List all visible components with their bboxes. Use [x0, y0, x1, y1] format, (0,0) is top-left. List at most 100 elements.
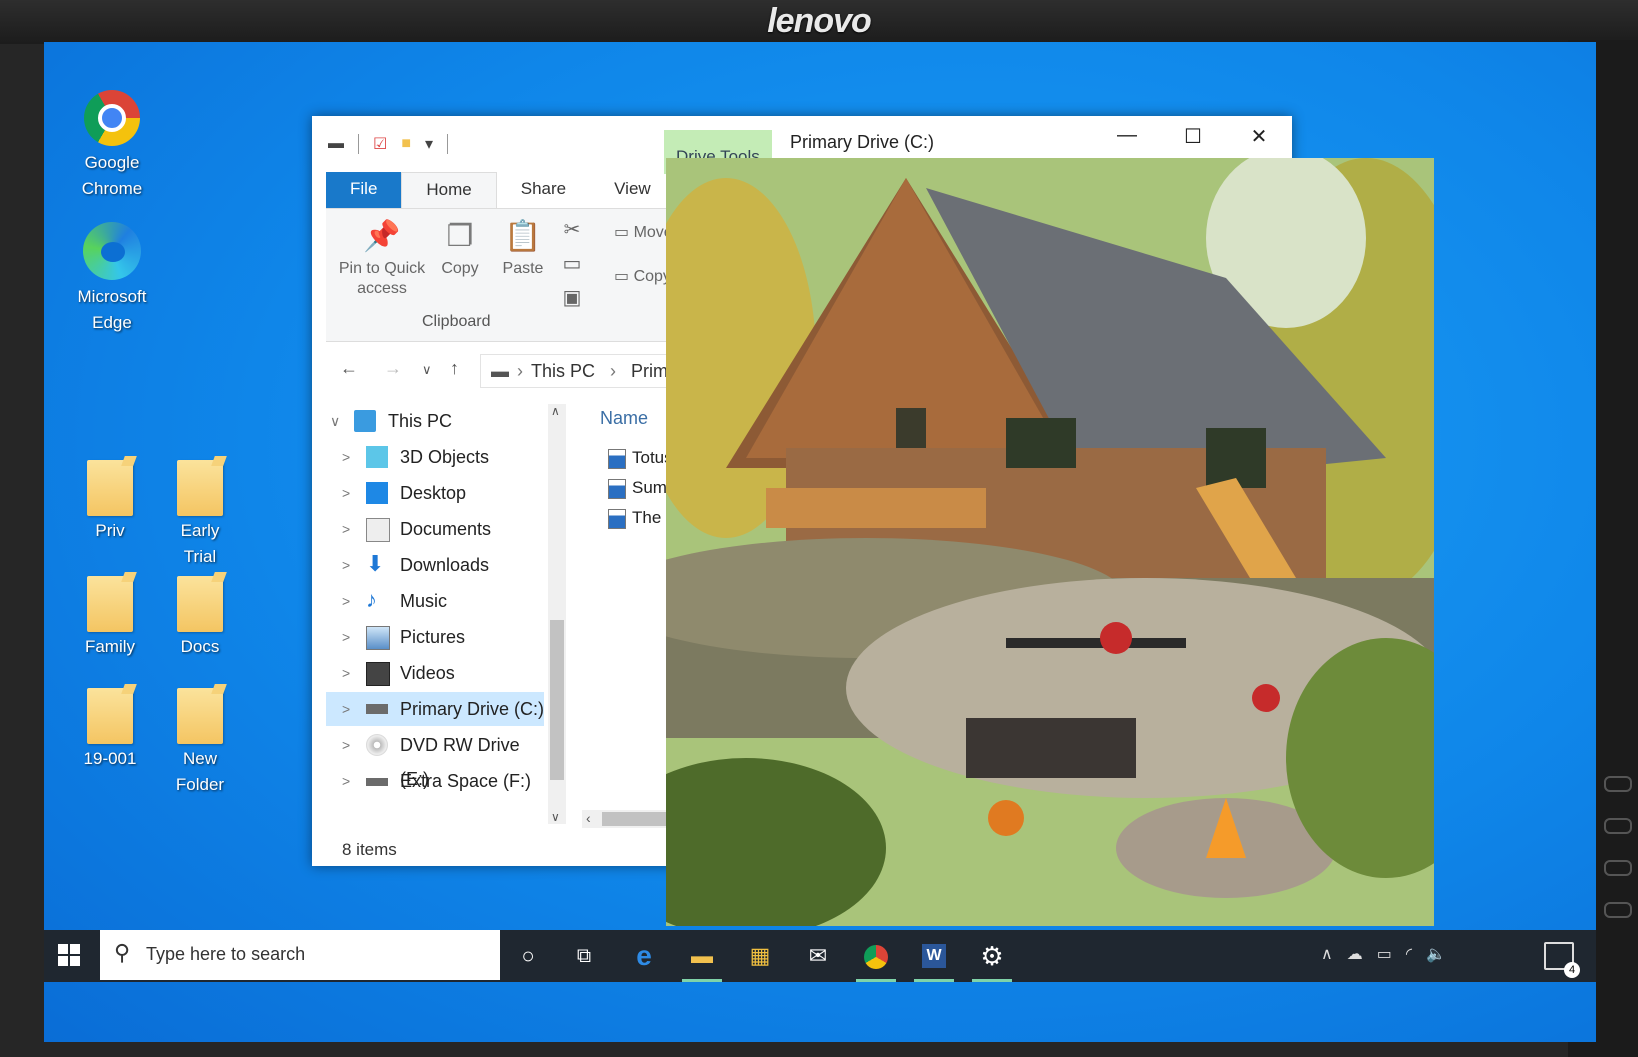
clipboard-small-actions: ✂ ▭ ▣	[558, 213, 586, 315]
close-button[interactable]: ✕	[1226, 124, 1292, 149]
pin-to-quick-access-button[interactable]: 📌 Pin to Quick access	[330, 215, 434, 299]
tree-item-3d-objects[interactable]: > 3D Objects	[326, 440, 544, 474]
desktop-icon-family[interactable]: Family	[62, 576, 158, 660]
navigation-pane-scrollbar[interactable]: ∧ ∨	[548, 404, 566, 824]
tree-item-desktop[interactable]: > Desktop	[326, 476, 544, 510]
chevron-right-icon: ›	[610, 361, 617, 381]
chevron-right-icon[interactable]: >	[342, 656, 350, 690]
chevron-right-icon[interactable]: >	[342, 476, 350, 510]
windows-logo-pane	[58, 956, 68, 966]
chevron-right-icon[interactable]: >	[342, 692, 350, 726]
tree-item-primary-drive[interactable]: > Primary Drive (C:)	[326, 692, 544, 726]
document-icon	[366, 518, 390, 542]
image-file-icon	[608, 478, 626, 499]
tree-item-downloads[interactable]: > ⬇ Downloads	[326, 548, 544, 582]
tree-item-music[interactable]: > ♪ Music	[326, 584, 544, 618]
scroll-down-icon[interactable]: ∨	[551, 810, 560, 824]
new-folder-icon[interactable]: ■	[401, 135, 411, 153]
copy-button[interactable]: ❐ Copy	[434, 215, 486, 279]
tree-item-pictures[interactable]: > Pictures	[326, 620, 544, 654]
desktop-icon-docs[interactable]: Docs	[152, 576, 248, 660]
window-controls: — ☐ ✕	[1094, 124, 1292, 149]
desktop-icon-microsoft-edge[interactable]: Microsoft Edge	[64, 222, 160, 336]
scroll-left-icon[interactable]: ‹	[586, 810, 591, 826]
tree-item-dvd-rw-drive[interactable]: > DVD RW Drive (E:)	[326, 728, 544, 789]
volume-icon[interactable]: 🔈	[1426, 944, 1446, 964]
monitor-brand-logo: lenovo	[767, 2, 872, 40]
tab-share[interactable]: Share	[497, 172, 590, 208]
wifi-icon[interactable]: ◜	[1406, 944, 1412, 964]
scroll-up-icon[interactable]: ∧	[551, 404, 560, 418]
chevron-right-icon[interactable]: >	[342, 764, 350, 798]
drive-icon	[366, 704, 388, 714]
desktop-icon-early-trial[interactable]: Early Trial	[152, 460, 248, 570]
chevron-right-icon[interactable]: >	[342, 512, 350, 546]
store-icon[interactable]: ▦	[740, 936, 780, 976]
separator	[358, 134, 359, 154]
chevron-right-icon[interactable]: >	[342, 548, 350, 582]
search-placeholder: Type here to search	[146, 944, 306, 964]
customize-toolbar-dropdown-icon[interactable]: ▾	[425, 134, 433, 154]
paste-shortcut-icon[interactable]: ▣	[558, 281, 586, 315]
paste-button[interactable]: 📋 Paste	[494, 215, 552, 279]
battery-icon[interactable]: ▭	[1377, 944, 1392, 964]
drive-icon[interactable]: ▬	[328, 135, 344, 153]
move-to-button[interactable]: ▭ Move	[614, 223, 673, 243]
edge-icon	[83, 222, 141, 280]
maximize-button[interactable]: ☐	[1160, 124, 1226, 149]
drive-icon: ▬	[491, 361, 509, 381]
cabin-photo[interactable]	[666, 158, 1434, 926]
task-view-icon[interactable]: ⧉	[564, 936, 604, 976]
chevron-down-icon[interactable]: ∨	[330, 404, 340, 438]
navigation-pane: ∨ This PC > 3D Objects > Desktop > Docum…	[326, 404, 546, 824]
chevron-right-icon[interactable]: >	[342, 620, 350, 654]
desktop-icon-google-chrome[interactable]: Google Chrome	[64, 90, 160, 202]
onedrive-cloud-icon[interactable]: ☁	[1347, 944, 1363, 964]
up-arrow-icon[interactable]: ↑	[450, 358, 459, 379]
tab-file[interactable]: File	[326, 172, 402, 208]
chevron-right-icon[interactable]: >	[342, 584, 350, 618]
cortana-circle-icon[interactable]: ○	[508, 936, 548, 976]
start-button[interactable]	[58, 944, 82, 968]
copy-path-icon[interactable]: ▭	[558, 247, 586, 281]
monitor-button	[1604, 776, 1632, 792]
word-icon[interactable]: W	[914, 936, 954, 982]
mail-icon[interactable]: ✉	[798, 936, 838, 976]
chevron-right-icon[interactable]: >	[342, 728, 350, 762]
show-hidden-icons-chevron-icon[interactable]: ∧	[1321, 944, 1333, 964]
chevron-right-icon[interactable]: >	[342, 440, 350, 474]
ribbon-tabs: File Home Share View	[326, 172, 675, 208]
desktop-icon-priv[interactable]: Priv	[62, 460, 158, 544]
copy-to-button[interactable]: ▭ Copy	[614, 267, 671, 287]
folder-icon	[87, 688, 133, 744]
chrome-icon	[84, 90, 140, 146]
chrome-icon[interactable]	[856, 936, 896, 982]
tree-item-this-pc[interactable]: ∨ This PC	[326, 404, 544, 438]
recent-locations-dropdown-icon[interactable]: ∨	[422, 362, 432, 378]
tree-item-extra-space[interactable]: > Extra Space (F:)	[326, 764, 544, 798]
breadcrumb-this-pc[interactable]: This PC	[531, 361, 595, 381]
column-header-name[interactable]: Name	[600, 408, 648, 429]
cabin-photo-illustration	[666, 158, 1434, 926]
separator	[447, 134, 449, 154]
tab-view[interactable]: View	[590, 172, 675, 208]
back-arrow-icon[interactable]: ←	[340, 358, 358, 379]
action-center-icon[interactable]: 4	[1544, 942, 1580, 978]
taskbar-search-box[interactable]: ⚲ Type here to search	[100, 930, 500, 980]
desktop-icon-19-001[interactable]: 19-001	[62, 688, 158, 772]
file-explorer-icon[interactable]: ▬	[682, 936, 722, 982]
tree-item-documents[interactable]: > Documents	[326, 512, 544, 546]
edge-icon[interactable]: e	[624, 936, 664, 976]
desktop[interactable]: Google Chrome Microsoft Edge Priv Early …	[44, 42, 1596, 1042]
scrollbar-thumb[interactable]	[550, 620, 564, 780]
dvd-icon	[366, 734, 388, 756]
minimize-button[interactable]: —	[1094, 124, 1160, 149]
tree-item-videos[interactable]: > Videos	[326, 656, 544, 690]
properties-checkmark-icon[interactable]: ☑	[373, 134, 387, 154]
tab-home[interactable]: Home	[401, 172, 497, 208]
search-icon: ⚲	[114, 940, 131, 965]
settings-gear-icon[interactable]: ⚙	[972, 936, 1012, 982]
scissors-icon[interactable]: ✂	[558, 213, 586, 247]
desktop-icon-new-folder[interactable]: New Folder	[152, 688, 248, 798]
forward-arrow-icon[interactable]: →	[384, 358, 402, 379]
